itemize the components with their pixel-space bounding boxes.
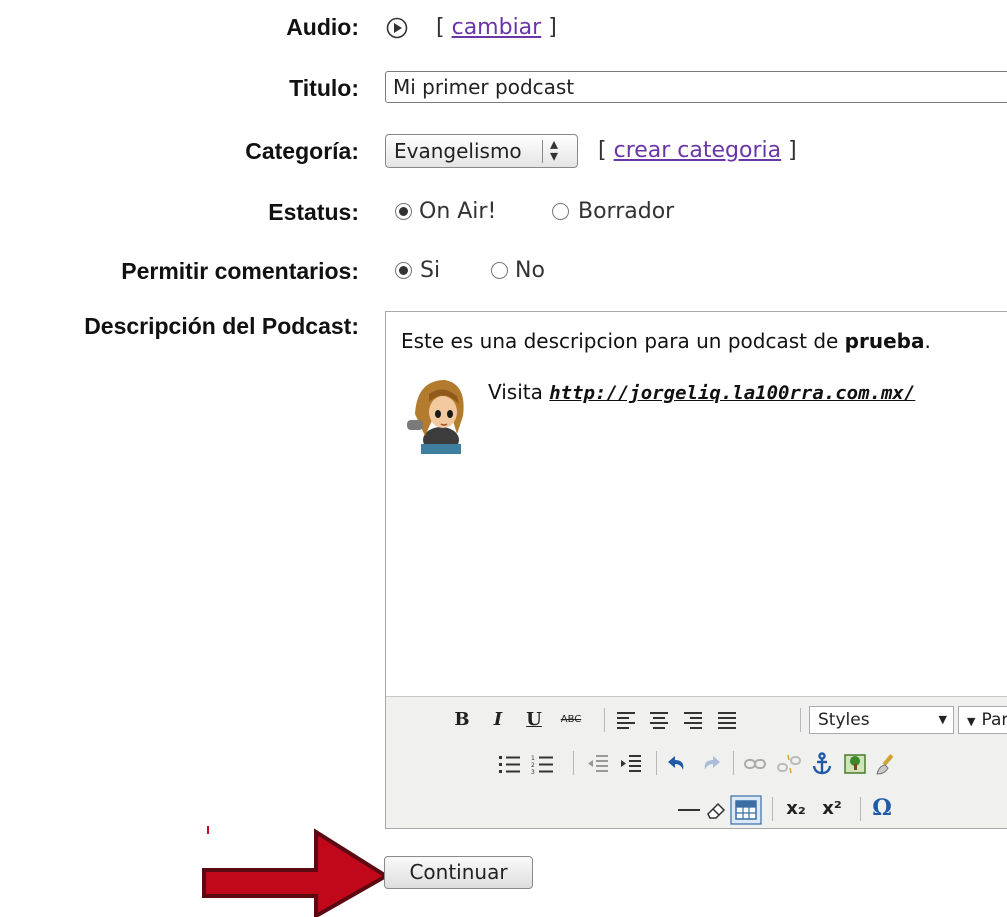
align-center-icon[interactable] [648, 710, 670, 730]
bracket-open: [ [598, 138, 607, 163]
toolbar-separator [800, 708, 801, 732]
description-period: . [924, 329, 931, 353]
svg-text:2: 2 [531, 762, 535, 769]
italic-button[interactable]: I [486, 706, 510, 734]
create-category-link[interactable]: crear categoria [614, 138, 782, 163]
align-left-icon[interactable] [615, 710, 637, 730]
bracket-open: [ [436, 15, 445, 40]
category-label: Categoría: [245, 138, 359, 164]
status-borrador-radio[interactable] [552, 203, 569, 220]
comments-label: Permitir comentarios: [121, 258, 359, 284]
outdent-icon[interactable] [586, 753, 610, 775]
unlink-icon[interactable] [777, 752, 801, 776]
visit-link[interactable]: http://jorgeliq.la100rra.com.mx/ [549, 382, 915, 404]
audio-label: Audio: [286, 14, 359, 40]
table-icon[interactable] [730, 795, 762, 825]
description-bold: prueba [844, 329, 925, 353]
dropdown-arrow-icon: ▼ [938, 713, 947, 726]
redo-icon[interactable] [699, 752, 723, 776]
visit-line: Visita http://jorgeliq.la100rra.com.mx/ [488, 380, 915, 404]
toolbar-separator [772, 797, 773, 821]
indent-icon[interactable] [619, 753, 643, 775]
bracket-close: ] [788, 138, 797, 163]
continue-button[interactable]: Continuar [384, 856, 533, 889]
dropdown-arrow-icon: ▼ [967, 715, 976, 728]
svg-text:1: 1 [531, 755, 535, 762]
visit-label: Visita [488, 380, 550, 404]
description-paragraph: Este es una descripcion para un podcast … [401, 329, 931, 353]
red-arrow-icon [202, 828, 390, 917]
special-char-button[interactable]: Ω [870, 794, 894, 822]
avatar-image [407, 380, 464, 454]
audio-change-group: [ cambiar ] [436, 15, 557, 40]
eraser-icon[interactable] [704, 798, 728, 822]
title-input[interactable]: Mi primer podcast [385, 71, 1007, 103]
toolbar-separator [733, 751, 734, 775]
horizontal-rule-icon[interactable] [676, 799, 702, 821]
category-selected: Evangelismo [394, 139, 522, 163]
align-justify-icon[interactable] [716, 710, 738, 730]
format-select[interactable]: ▼ Par [958, 706, 1007, 734]
bold-button[interactable]: B [450, 706, 474, 734]
editor-toolbar: B I U ABC Styles ▼ ▼ Par 123 x₂ x² Ω [386, 696, 1007, 828]
bullet-list-icon[interactable] [498, 753, 522, 775]
superscript-button[interactable]: x² [818, 795, 846, 823]
toolbar-separator [860, 797, 861, 821]
toolbar-separator [604, 708, 605, 732]
title-label: Titulo: [289, 75, 359, 101]
rich-text-editor[interactable]: Este es una descripcion para un podcast … [385, 311, 1007, 829]
format-select-value: Par [981, 710, 1007, 730]
styles-select[interactable]: Styles ▼ [809, 706, 954, 734]
editor-content[interactable]: Este es una descripcion para un podcast … [386, 312, 1007, 696]
status-onair-label: On Air! [419, 199, 497, 224]
align-right-icon[interactable] [682, 710, 704, 730]
cleanup-brush-icon[interactable] [875, 752, 899, 776]
select-arrows-icon: ▴ ▾ [550, 134, 559, 165]
numbered-list-icon[interactable]: 123 [531, 753, 555, 775]
undo-icon[interactable] [665, 752, 689, 776]
subscript-button[interactable]: x₂ [782, 795, 810, 823]
status-onair-radio[interactable] [395, 203, 412, 220]
toolbar-separator [573, 751, 574, 775]
description-text: Este es una descripcion para un podcast … [401, 329, 845, 353]
create-category-group: [ crear categoria ] [598, 138, 797, 163]
play-icon[interactable] [386, 17, 408, 39]
status-label: Estatus: [268, 199, 359, 225]
link-icon[interactable] [743, 754, 767, 774]
underline-button[interactable]: U [522, 706, 546, 734]
comments-no-label: No [515, 258, 545, 283]
comments-si-radio[interactable] [395, 262, 412, 279]
change-audio-link[interactable]: cambiar [452, 15, 542, 40]
status-borrador-label: Borrador [578, 199, 675, 224]
comments-no-radio[interactable] [491, 262, 508, 279]
select-divider [542, 140, 543, 163]
toolbar-separator [656, 751, 657, 775]
styles-select-value: Styles [818, 710, 870, 730]
comments-si-label: Si [420, 258, 441, 283]
strikethrough-button[interactable]: ABC [556, 706, 586, 734]
svg-text:3: 3 [531, 769, 535, 775]
description-label: Descripción del Podcast: [84, 313, 359, 339]
category-select[interactable]: Evangelismo ▴ ▾ [385, 134, 578, 168]
image-icon[interactable] [843, 752, 867, 776]
bracket-close: ] [548, 15, 557, 40]
anchor-icon[interactable] [811, 752, 833, 776]
